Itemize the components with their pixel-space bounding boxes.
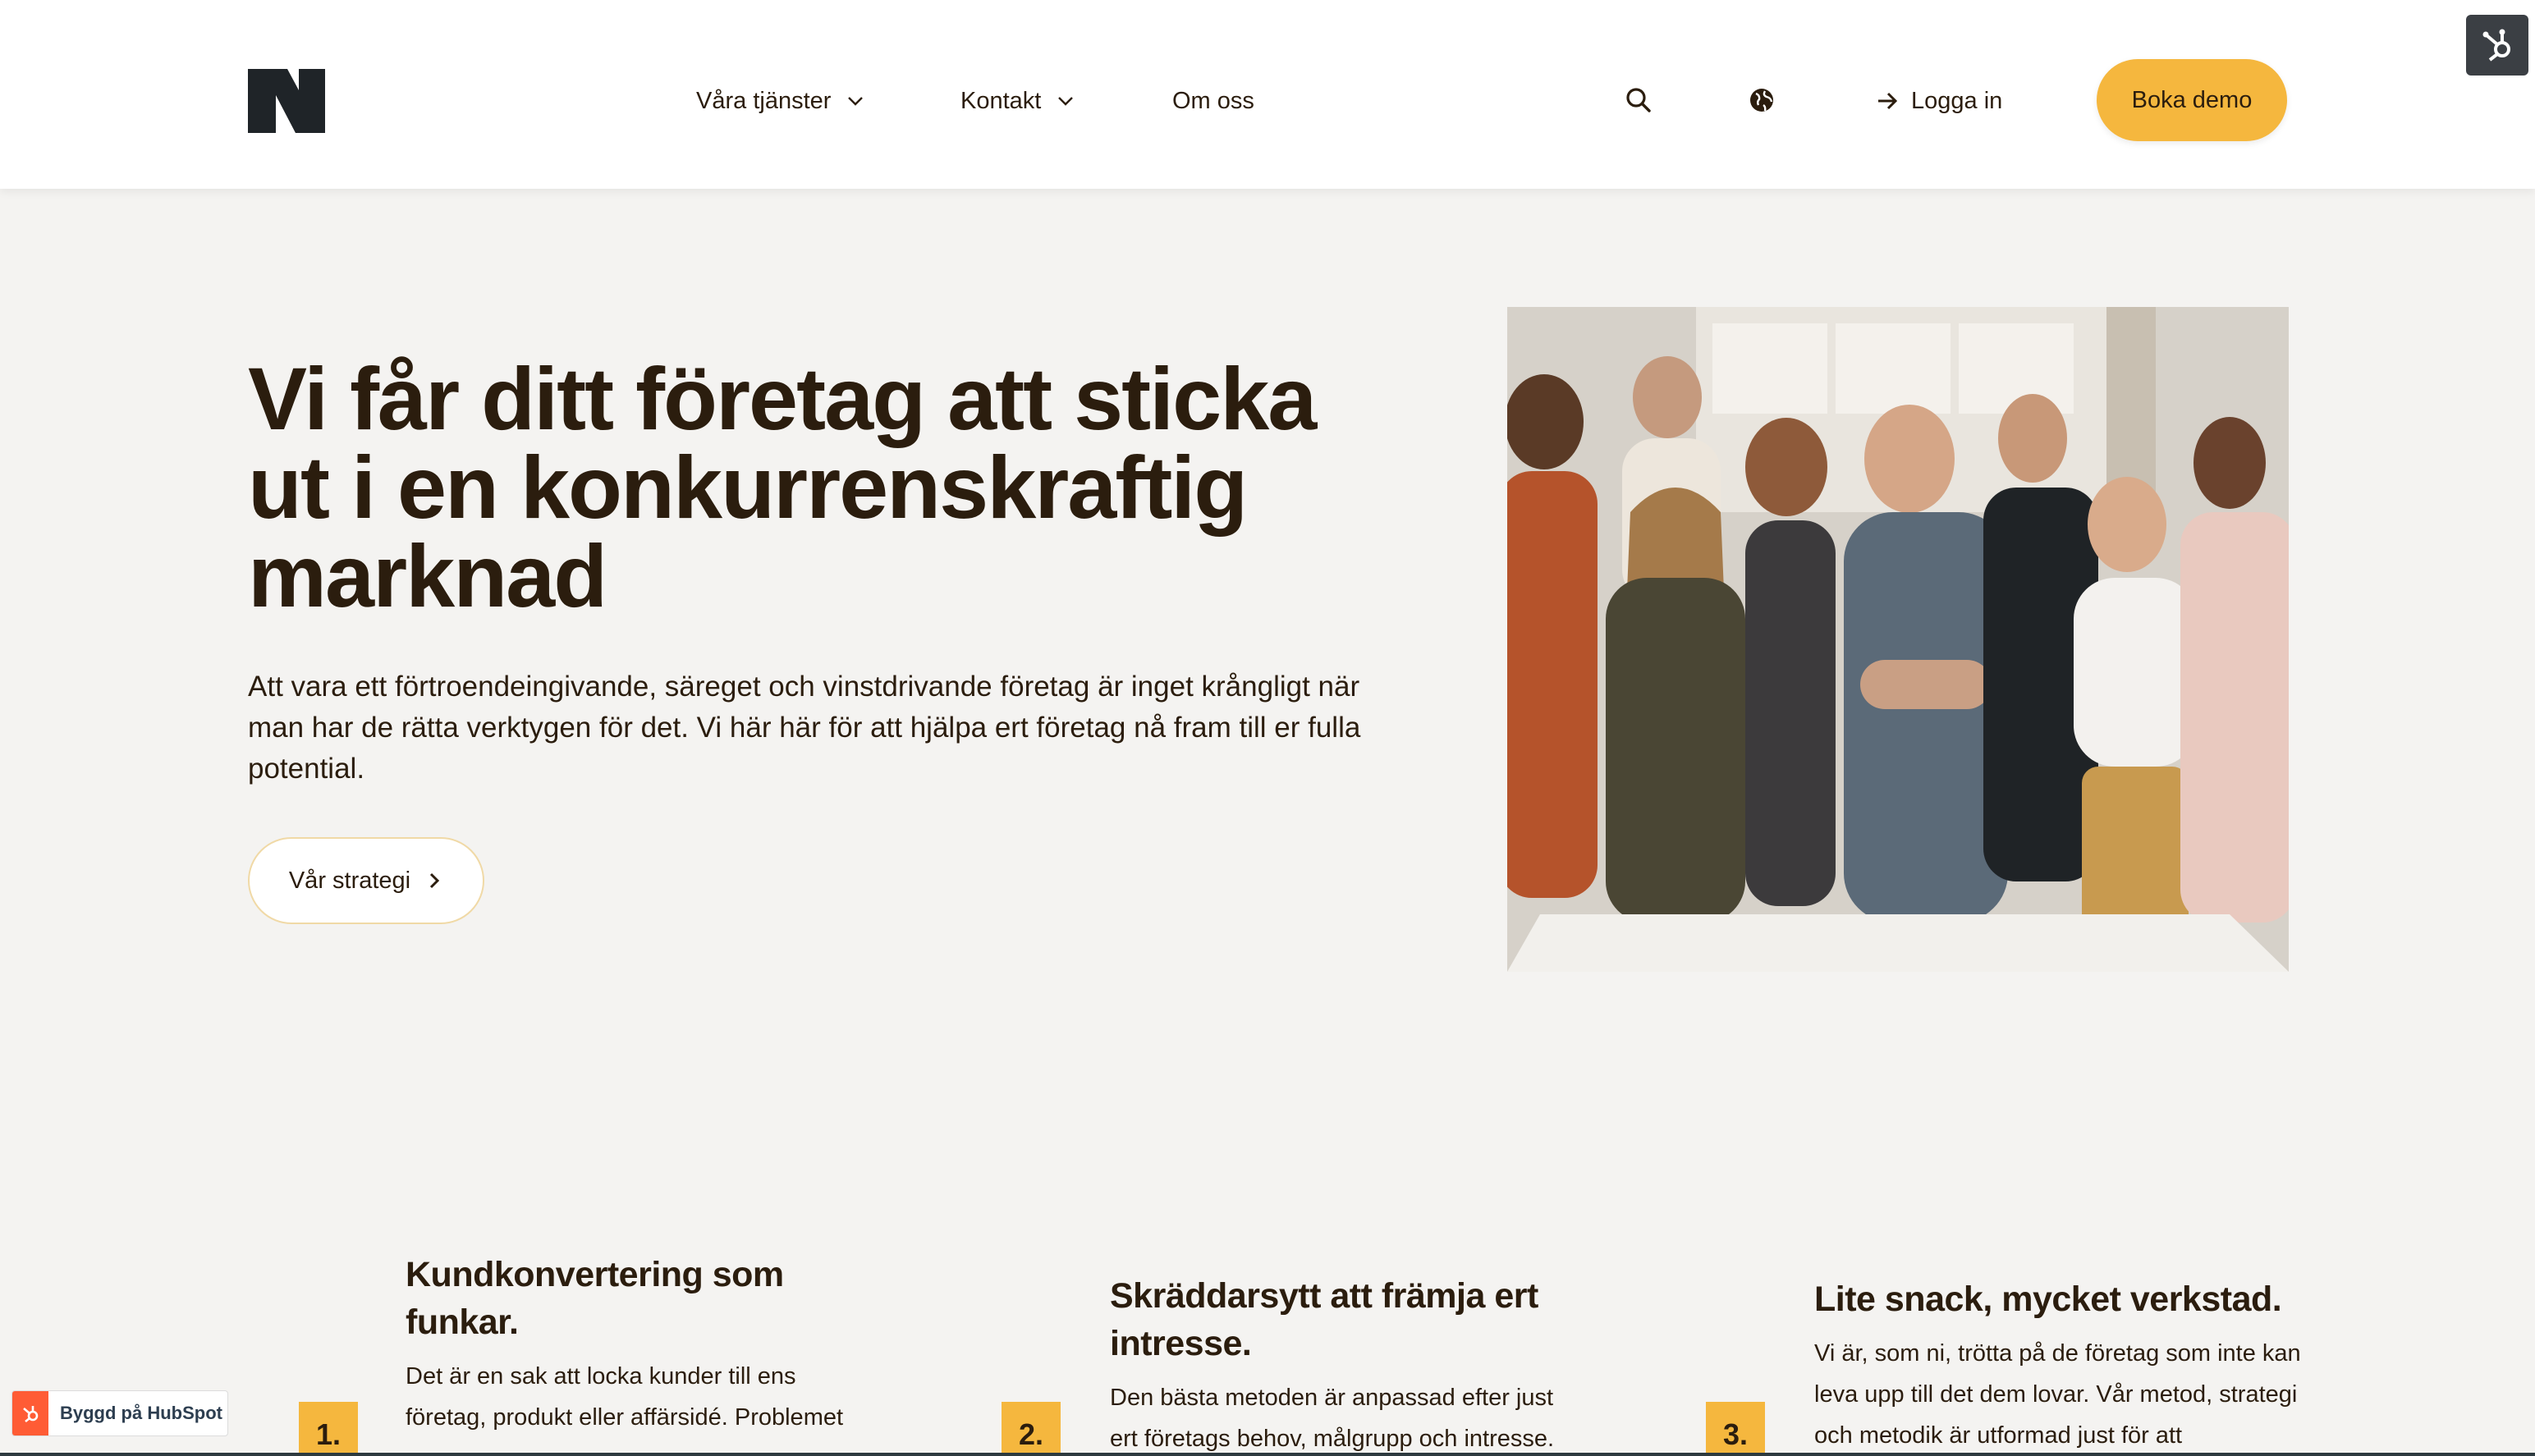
language-button[interactable] bbox=[1745, 82, 1778, 118]
search-icon bbox=[1626, 88, 1651, 112]
book-demo-button[interactable]: Boka demo bbox=[2097, 59, 2287, 141]
login-link[interactable]: Logga in bbox=[1875, 80, 2002, 121]
feature-2: Skräddarsytt att främja ert intresse. De… bbox=[1110, 1272, 1586, 1456]
feature-title: Skräddarsytt att främja ert intresse. bbox=[1110, 1276, 1538, 1363]
hero-heading-line: ut i en konkurrenskraftig bbox=[248, 437, 1248, 537]
hero-heading-line: Vi får ditt företag att sticka bbox=[248, 349, 1317, 448]
search-button[interactable] bbox=[1622, 82, 1655, 118]
hubspot-logo bbox=[12, 1391, 48, 1435]
globe-icon bbox=[1750, 89, 1773, 112]
feature-title: Lite snack, mycket verkstad. bbox=[1814, 1280, 2282, 1319]
team-photo-illustration bbox=[1507, 307, 2289, 972]
hero-description: Att vara ett förtroendeingivande, särege… bbox=[248, 671, 1361, 785]
nav-label: Våra tjänster bbox=[696, 87, 832, 114]
feature-number-badge: 2. bbox=[1002, 1402, 1061, 1456]
nav-vara-tjanster[interactable]: Våra tjänster bbox=[696, 80, 867, 121]
feature-text: Den bästa metoden är anpassad efter just… bbox=[1110, 1385, 1555, 1452]
built-on-hubspot-badge[interactable]: Byggd på HubSpot bbox=[11, 1390, 228, 1436]
feature-text: Vi är, som ni, trötta på de företag som … bbox=[1814, 1340, 2301, 1449]
login-label: Logga in bbox=[1911, 87, 2003, 114]
chevron-down-icon bbox=[848, 97, 864, 106]
hubspot-toolbar-button[interactable] bbox=[2466, 15, 2528, 76]
feature-title: Kundkonvertering som funkar. bbox=[406, 1255, 784, 1342]
arrow-right-icon bbox=[1878, 92, 1898, 110]
feature-3: Lite snack, mycket verkstad. Vi är, som … bbox=[1814, 1275, 2307, 1456]
hero-team-photo bbox=[1507, 307, 2289, 972]
chevron-right-icon bbox=[430, 872, 440, 889]
chevron-down-icon bbox=[1058, 97, 1074, 106]
book-demo-label: Boka demo bbox=[2131, 86, 2253, 113]
logo[interactable] bbox=[248, 69, 325, 133]
hubspot-sprocket-icon bbox=[23, 1406, 39, 1423]
hero-heading-line: marknad bbox=[248, 526, 607, 625]
bottom-divider bbox=[0, 1453, 2535, 1456]
nav-label: Kontakt bbox=[960, 87, 1042, 114]
feature-text: Det är en sak att locka kunder till ens … bbox=[406, 1363, 844, 1431]
nav-label: Om oss bbox=[1172, 87, 1254, 114]
strategy-button[interactable]: Vår strategi bbox=[248, 837, 484, 924]
feature-number-badge: 1. bbox=[299, 1402, 358, 1456]
feature-1: Kundkonvertering som funkar. Det är en s… bbox=[406, 1251, 865, 1438]
site-header: Våra tjänster Kontakt Om oss Logga in Bo… bbox=[0, 0, 2535, 189]
hero-heading: Vi får ditt företag att sticka ut i en k… bbox=[248, 355, 1430, 620]
hubspot-sprocket-icon bbox=[2482, 29, 2510, 62]
nav-om-oss[interactable]: Om oss bbox=[1172, 80, 1254, 121]
feature-number-badge: 3. bbox=[1706, 1402, 1765, 1456]
hubspot-badge-label: Byggd på HubSpot bbox=[60, 1403, 222, 1423]
logo-mark-icon bbox=[248, 69, 325, 133]
strategy-label: Vår strategi bbox=[288, 867, 411, 894]
nav-kontakt[interactable]: Kontakt bbox=[960, 80, 1077, 121]
